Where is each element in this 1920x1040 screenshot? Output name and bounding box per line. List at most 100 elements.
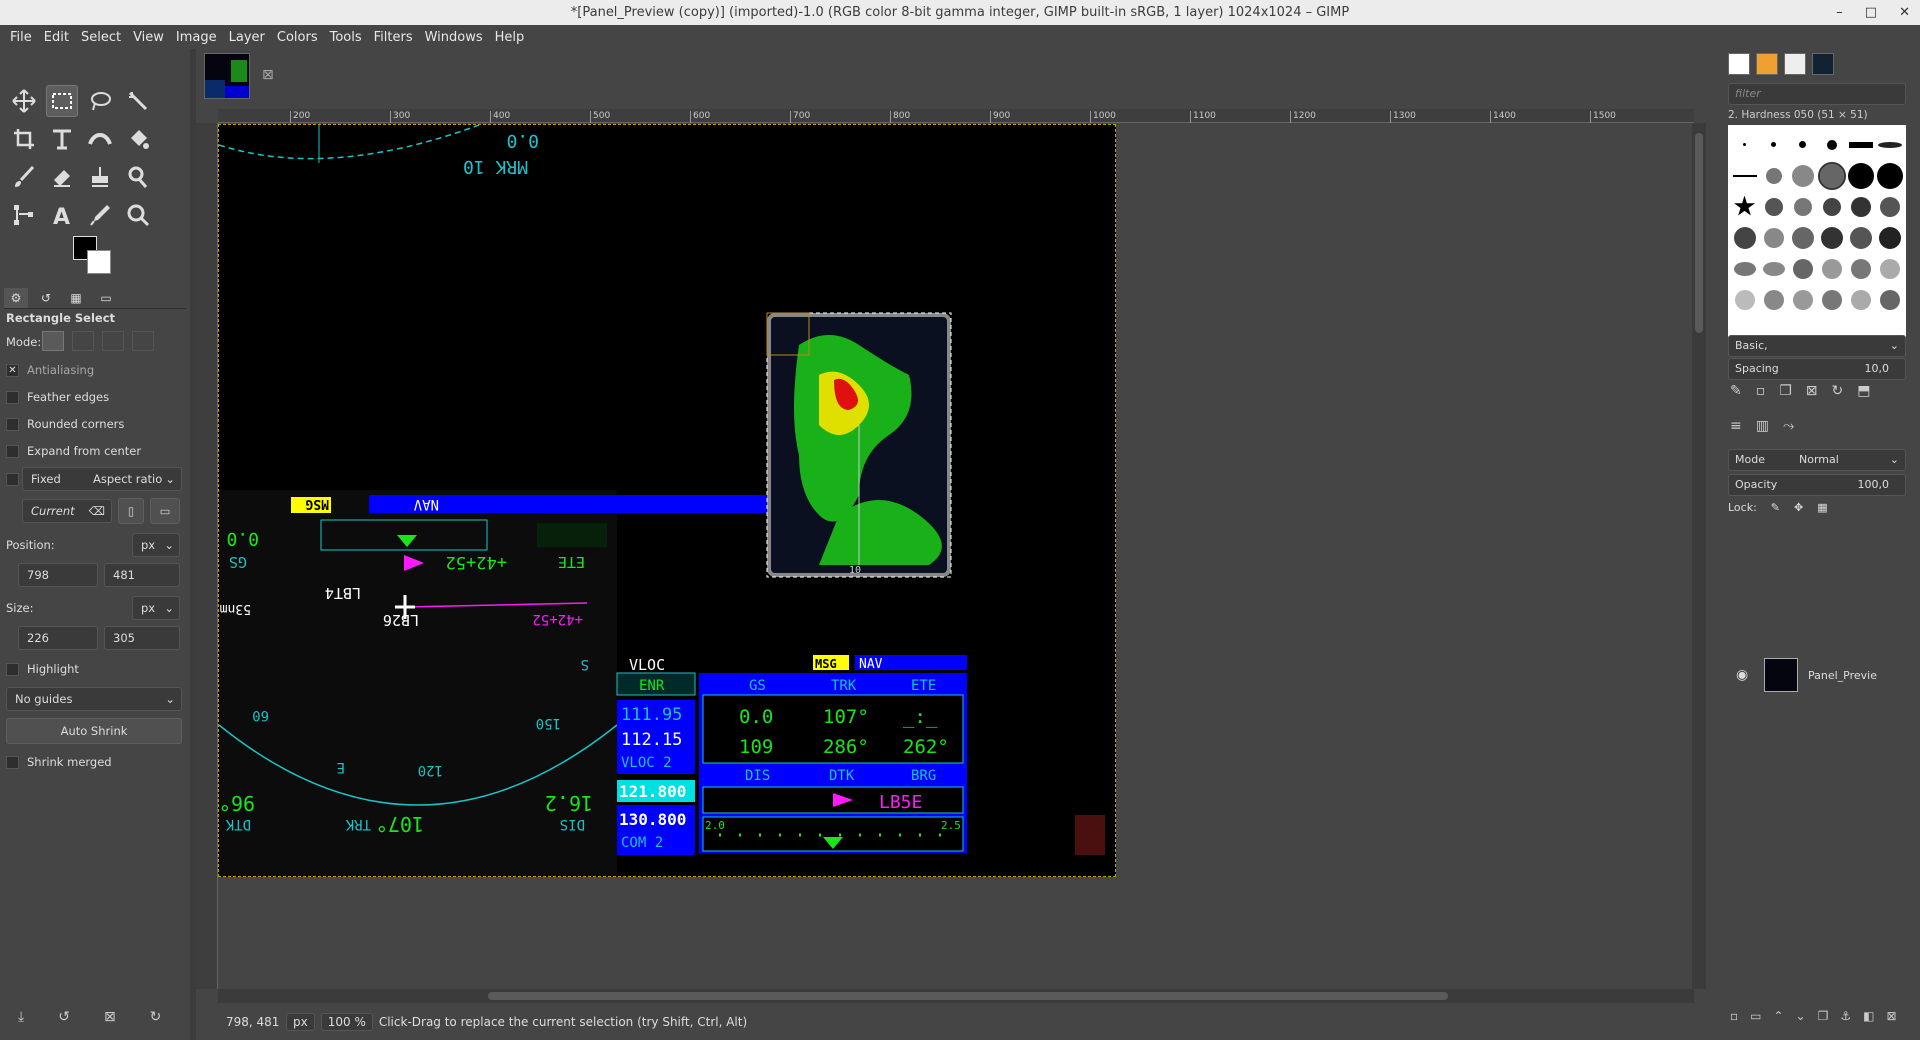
fixed-dropdown[interactable]: Fixed Aspect ratio ⌄: [22, 467, 182, 491]
patterns-tab-icon[interactable]: [1756, 53, 1778, 75]
new-brush-icon[interactable]: ▫: [1756, 383, 1766, 399]
transform-icon[interactable]: [46, 123, 78, 155]
refresh-brushes-icon[interactable]: ↻: [1832, 383, 1844, 399]
highlight-checkbox[interactable]: [6, 663, 19, 676]
position-y-input[interactable]: 481: [104, 563, 180, 587]
delete-brush-icon[interactable]: ⊠: [1806, 383, 1818, 399]
brush-preset[interactable]: [1793, 197, 1812, 216]
brush-filter-input[interactable]: filter: [1728, 83, 1906, 105]
menu-tools[interactable]: Tools: [324, 30, 368, 45]
edit-brush-icon[interactable]: ✎: [1730, 383, 1742, 399]
brush-preset[interactable]: [1732, 174, 1757, 177]
text-icon[interactable]: A: [46, 199, 78, 231]
vertical-scrollbar[interactable]: [1692, 123, 1706, 989]
horizontal-ruler[interactable]: 200 300 400 500 600 700 800 900 1000 110…: [218, 109, 1694, 123]
brush-preset[interactable]: [1849, 226, 1872, 249]
zoom-icon[interactable]: [122, 199, 154, 231]
position-x-input[interactable]: 798: [18, 563, 98, 587]
raise-layer-icon[interactable]: ⌃: [1773, 1009, 1783, 1023]
spacing-slider[interactable]: Spacing 10,0: [1728, 358, 1906, 380]
brush-preset[interactable]: [1847, 162, 1874, 189]
highlight-option[interactable]: Highlight: [6, 662, 79, 676]
reset-options-icon[interactable]: ↻: [150, 1009, 162, 1025]
brush-preset[interactable]: [1734, 289, 1755, 310]
brush-preset[interactable]: [1791, 164, 1814, 187]
horizontal-scroll-thumb[interactable]: [488, 992, 1448, 1000]
mode-replace-button[interactable]: [42, 331, 64, 351]
brush-preset[interactable]: [1792, 258, 1813, 279]
minimize-button[interactable]: –: [1836, 0, 1843, 25]
brush-preset[interactable]: [1821, 258, 1842, 279]
eraser-icon[interactable]: [46, 161, 78, 193]
layer-mode-dropdown[interactable]: Mode Normal ⌄: [1728, 449, 1906, 471]
brush-preset[interactable]: [1877, 141, 1902, 148]
clear-icon[interactable]: ⌫: [89, 500, 105, 522]
menu-image[interactable]: Image: [170, 30, 223, 45]
tool-options-tab-icon[interactable]: ⚙: [4, 287, 28, 308]
brush-preset[interactable]: [1878, 226, 1901, 249]
lasso-icon[interactable]: [84, 85, 116, 117]
brush-preset[interactable]: [1733, 226, 1756, 249]
crop-icon[interactable]: [8, 123, 40, 155]
anchor-layer-icon[interactable]: ⚓: [1840, 1009, 1851, 1023]
images-tab-icon[interactable]: ▦: [64, 288, 88, 308]
new-group-icon[interactable]: ▭: [1750, 1009, 1761, 1023]
shrink-merged-option[interactable]: Shrink merged: [6, 755, 112, 769]
brush-grid[interactable]: [1728, 125, 1906, 355]
feather-edges-option[interactable]: Feather edges: [6, 390, 109, 404]
brush-preset[interactable]: [1817, 161, 1846, 190]
close-button[interactable]: ✕: [1899, 0, 1910, 25]
duplicate-layer-icon[interactable]: ❐: [1818, 1009, 1829, 1023]
undo-history-tab-icon[interactable]: ↺: [34, 288, 58, 308]
brush-preset[interactable]: [1799, 141, 1806, 148]
brush-preset[interactable]: [1764, 197, 1783, 216]
brush-preset[interactable]: [1763, 227, 1784, 248]
brush-preset[interactable]: [1821, 289, 1842, 310]
guides-dropdown[interactable]: No guides ⌄: [6, 687, 182, 711]
brush-preset[interactable]: [1848, 141, 1873, 148]
rounded-corners-checkbox[interactable]: [6, 418, 19, 431]
image-thumbnail[interactable]: [204, 53, 250, 99]
warp-icon[interactable]: [84, 123, 116, 155]
brush-preset[interactable]: [1826, 139, 1837, 150]
current-ratio-field[interactable]: Current ⌫: [22, 499, 112, 523]
bucket-fill-icon[interactable]: [122, 123, 154, 155]
menu-colors[interactable]: Colors: [271, 30, 324, 45]
menu-windows[interactable]: Windows: [419, 30, 489, 45]
size-width-input[interactable]: 226: [18, 626, 98, 650]
restore-options-icon[interactable]: ↺: [58, 1009, 70, 1025]
fixed-checkbox[interactable]: [6, 473, 19, 486]
fuzzy-select-icon[interactable]: [122, 85, 154, 117]
brush-preset[interactable]: [1879, 258, 1900, 279]
vertical-scroll-thumb[interactable]: [1695, 133, 1703, 333]
menu-file[interactable]: File: [4, 30, 38, 45]
brush-preset[interactable]: [1850, 196, 1871, 217]
delete-layer-icon[interactable]: ⊠: [1886, 1009, 1896, 1023]
horizontal-scrollbar[interactable]: [218, 989, 1694, 1003]
layer-row[interactable]: ◉ Panel_Previe: [1728, 654, 1906, 696]
menu-layer[interactable]: Layer: [223, 30, 271, 45]
size-unit-dropdown[interactable]: px ⌄: [132, 596, 180, 620]
delete-options-icon[interactable]: ⊠: [104, 1009, 116, 1025]
fonts-tab-icon[interactable]: [1784, 53, 1806, 75]
visibility-eye-icon[interactable]: ◉: [1736, 667, 1748, 683]
brush-preset[interactable]: [1765, 167, 1782, 184]
close-image-icon[interactable]: ⊠: [262, 67, 274, 83]
antialiasing-option[interactable]: ✕ Antialiasing: [6, 363, 94, 377]
lock-pixels-icon[interactable]: ✎: [1771, 501, 1780, 514]
mode-intersect-button[interactable]: [132, 331, 154, 351]
brush-preset[interactable]: [1791, 226, 1814, 249]
shrink-merged-checkbox[interactable]: [6, 756, 19, 769]
mode-subtract-button[interactable]: [102, 331, 124, 351]
lock-position-icon[interactable]: ✥: [1794, 501, 1803, 514]
image-canvas[interactable]: 0.0 MRK 10 MSG NAV 0.0 GS ETE +42+52 LBT…: [218, 124, 1116, 877]
menu-select[interactable]: Select: [75, 30, 127, 45]
mode-add-button[interactable]: [72, 331, 94, 351]
brush-preset[interactable]: [1771, 142, 1776, 147]
brush-preset-dropdown[interactable]: Basic, ⌄: [1728, 335, 1906, 357]
antialiasing-checkbox[interactable]: ✕: [6, 364, 19, 377]
duplicate-brush-icon[interactable]: ❐: [1779, 383, 1792, 399]
vertical-ruler[interactable]: [196, 123, 218, 989]
brushes-tab-icon[interactable]: [1728, 53, 1750, 75]
color-picker-icon[interactable]: [84, 199, 116, 231]
